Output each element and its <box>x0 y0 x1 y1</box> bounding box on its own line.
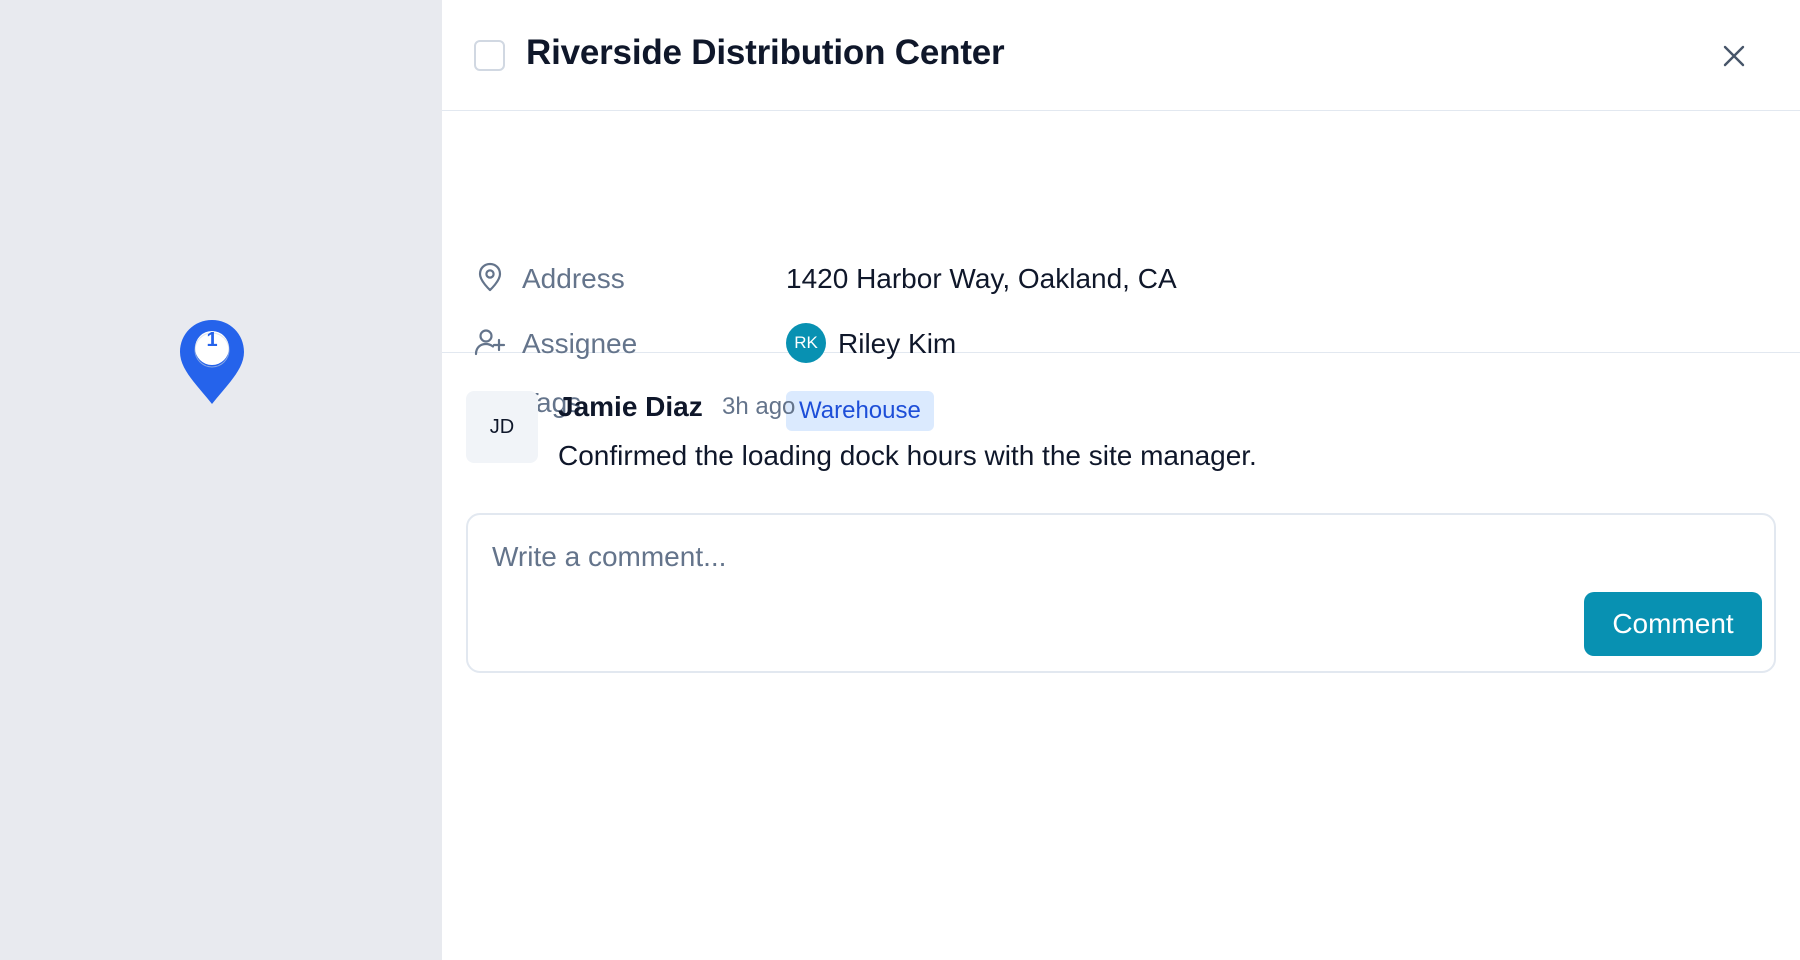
detail-panel: Riverside Distribution Center Address 14… <box>442 0 1800 960</box>
comments-section: JD Jamie Diaz 3h ago Confirmed the loadi… <box>442 353 1800 959</box>
comment-text: Confirmed the loading dock hours with th… <box>558 440 1257 471</box>
comment-input[interactable] <box>492 537 1672 577</box>
panel-header: Riverside Distribution Center <box>442 0 1800 111</box>
comment-submit-button[interactable]: Comment <box>1584 592 1762 656</box>
close-icon <box>1723 45 1745 67</box>
complete-checkbox[interactable] <box>474 40 505 71</box>
map-pin-marker[interactable]: 1 <box>178 318 246 406</box>
comment-composer: Comment <box>466 513 1776 673</box>
address-value: 1420 Harbor Way, Oakland, CA <box>786 263 1177 294</box>
map-area[interactable]: 1 <box>0 0 442 960</box>
location-pin-icon <box>474 261 506 293</box>
comment-author: Jamie Diaz <box>558 391 703 422</box>
comment-timestamp: 3h ago <box>722 393 796 420</box>
map-pin-count: 1 <box>206 329 218 351</box>
close-button[interactable] <box>1718 40 1750 72</box>
comment-avatar: JD <box>466 391 538 463</box>
properties-section: Address 1420 Harbor Way, Oakland, CA Ass… <box>442 111 1800 431</box>
panel-title: Riverside Distribution Center <box>526 33 1005 72</box>
address-row: Address 1420 Harbor Way, Oakland, CA <box>442 257 1800 297</box>
address-label: Address <box>522 263 625 294</box>
app: 1 Riverside Distribution Center Address … <box>0 0 1800 960</box>
